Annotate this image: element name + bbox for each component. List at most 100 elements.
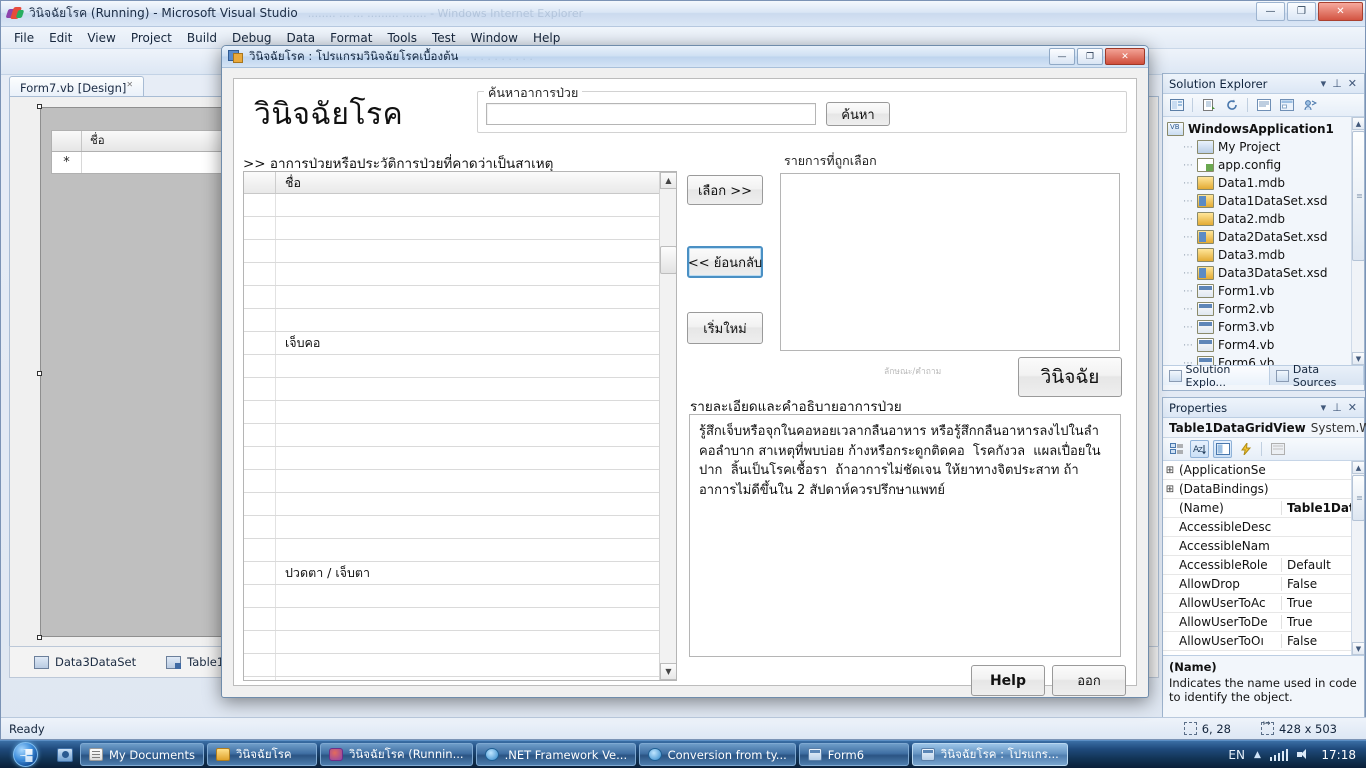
row-cell-name[interactable] bbox=[276, 217, 659, 239]
row-header-cell[interactable] bbox=[244, 332, 276, 354]
view-code-icon[interactable] bbox=[1254, 96, 1273, 114]
row-cell-name[interactable] bbox=[276, 194, 659, 216]
row-cell-name[interactable] bbox=[276, 631, 659, 653]
row-cell-name[interactable] bbox=[276, 263, 659, 285]
close-icon[interactable]: ✕ bbox=[1345, 77, 1360, 90]
tree-item-my-project[interactable]: ⋯ My Project bbox=[1167, 138, 1364, 156]
row-header-cell[interactable] bbox=[244, 401, 276, 423]
dialog-close-button[interactable]: ✕ bbox=[1105, 48, 1145, 65]
properties-grid[interactable]: ⊞ (ApplicationSe ⊞ (DataBindings) (Name) Ta… bbox=[1163, 461, 1364, 655]
search-input[interactable] bbox=[486, 103, 816, 125]
datagrid-scrollbar[interactable]: ▲ ▼ bbox=[659, 172, 676, 680]
table-row[interactable] bbox=[244, 608, 659, 631]
table-row[interactable] bbox=[244, 585, 659, 608]
menu-tools[interactable]: Tools bbox=[380, 29, 424, 47]
vs-close-button[interactable]: ✕ bbox=[1318, 2, 1363, 21]
property-row[interactable]: AccessibleDesc bbox=[1163, 518, 1364, 537]
datagrid-column-header-name[interactable]: ชื่อ bbox=[276, 172, 676, 193]
table-row[interactable] bbox=[244, 194, 659, 217]
table-row[interactable] bbox=[244, 654, 659, 677]
language-indicator[interactable]: EN bbox=[1228, 748, 1245, 762]
table-row[interactable] bbox=[244, 631, 659, 654]
tree-item-data2dataset-xsd[interactable]: ⋯ Data2DataSet.xsd bbox=[1167, 228, 1364, 246]
menu-help[interactable]: Help bbox=[526, 29, 567, 47]
document-tab-close-icon[interactable]: ✕ bbox=[126, 80, 133, 89]
row-header-cell[interactable] bbox=[244, 309, 276, 331]
row-header-cell[interactable] bbox=[244, 217, 276, 239]
menu-debug[interactable]: Debug bbox=[225, 29, 278, 47]
tree-item-app-config[interactable]: ⋯ app.config bbox=[1167, 156, 1364, 174]
expand-icon[interactable]: ⊞ bbox=[1163, 465, 1177, 476]
table-row[interactable]: ปวดตา / เจ็บตา bbox=[244, 562, 659, 585]
row-header-cell[interactable] bbox=[244, 562, 276, 584]
property-row[interactable]: AllowUserToDe True bbox=[1163, 613, 1364, 632]
quick-launch-show-desktop[interactable] bbox=[50, 747, 80, 762]
row-cell-name[interactable] bbox=[276, 516, 659, 538]
expand-icon[interactable]: ⊞ bbox=[1163, 484, 1177, 495]
row-cell-name[interactable] bbox=[276, 677, 659, 680]
table-row[interactable]: เจ็บคอ bbox=[244, 332, 659, 355]
row-header-cell[interactable] bbox=[244, 539, 276, 561]
tree-item-form3-vb[interactable]: ⋯ Form3.vb bbox=[1167, 318, 1364, 336]
property-row[interactable]: AccessibleNam bbox=[1163, 537, 1364, 556]
solution-tree-root[interactable]: WindowsApplication1 bbox=[1167, 120, 1364, 138]
clock[interactable]: 17:18 bbox=[1321, 748, 1356, 762]
pin-icon[interactable]: ⊥ bbox=[1329, 77, 1345, 90]
property-row[interactable]: ⊞ (DataBindings) bbox=[1163, 480, 1364, 499]
row-header-cell[interactable] bbox=[244, 608, 276, 630]
scrollbar-thumb[interactable] bbox=[1352, 131, 1364, 261]
table-row[interactable] bbox=[244, 240, 659, 263]
table-row[interactable] bbox=[244, 217, 659, 240]
alphabetical-icon[interactable]: AZ bbox=[1190, 440, 1209, 458]
row-cell-name[interactable] bbox=[276, 493, 659, 515]
scroll-up-icon[interactable]: ▲ bbox=[660, 172, 676, 189]
row-header-cell[interactable] bbox=[244, 516, 276, 538]
help-button[interactable]: Help bbox=[971, 665, 1045, 696]
vs-maximize-button[interactable]: ❐ bbox=[1287, 2, 1316, 21]
taskbar-item-diagnosis-app[interactable]: วินิจฉัยโรค : โปรแกร... bbox=[911, 743, 1068, 766]
tree-item-data2-mdb[interactable]: ⋯ Data2.mdb bbox=[1167, 210, 1364, 228]
row-header-cell[interactable] bbox=[244, 240, 276, 262]
component-data3dataset[interactable]: Data3DataSet bbox=[34, 655, 136, 669]
row-header-cell[interactable] bbox=[244, 424, 276, 446]
tree-item-form6-vb[interactable]: ⋯ Form6.vb bbox=[1167, 354, 1364, 365]
tree-item-data1dataset-xsd[interactable]: ⋯ Data1DataSet.xsd bbox=[1167, 192, 1364, 210]
table-row[interactable] bbox=[244, 447, 659, 470]
taskbar-item-dotnet-framework[interactable]: .NET Framework Ve... bbox=[475, 743, 636, 766]
dialog-minimize-button[interactable]: — bbox=[1049, 48, 1075, 65]
property-row[interactable]: AllowDrop False bbox=[1163, 575, 1364, 594]
symptoms-datagrid[interactable]: ชื่อ เจ็บคอ ปวดตา / เจ็บตา ▲ ▼ bbox=[243, 171, 677, 681]
row-cell-name[interactable] bbox=[276, 424, 659, 446]
row-header-cell[interactable] bbox=[244, 194, 276, 216]
table-row[interactable] bbox=[244, 355, 659, 378]
property-row[interactable]: AllowUserToOı False bbox=[1163, 632, 1364, 651]
row-cell-name[interactable] bbox=[276, 355, 659, 377]
vs-minimize-button[interactable]: — bbox=[1256, 2, 1285, 21]
scrollbar-thumb[interactable] bbox=[660, 246, 676, 274]
tree-item-data3dataset-xsd[interactable]: ⋯ Data3DataSet.xsd bbox=[1167, 264, 1364, 282]
tree-item-data3-mdb[interactable]: ⋯ Data3.mdb bbox=[1167, 246, 1364, 264]
show-all-files-icon[interactable] bbox=[1199, 96, 1218, 114]
taskbar-item-my-documents[interactable]: My Documents bbox=[80, 743, 204, 766]
row-cell-name[interactable] bbox=[276, 608, 659, 630]
show-hidden-icons-icon[interactable]: ▲ bbox=[1254, 750, 1261, 760]
search-button[interactable]: ค้นหา bbox=[826, 102, 890, 126]
row-header-cell[interactable] bbox=[244, 470, 276, 492]
tab-data-sources[interactable]: Data Sources bbox=[1270, 363, 1364, 389]
dialog-maximize-button[interactable]: ❐ bbox=[1077, 48, 1103, 65]
row-header-cell[interactable] bbox=[244, 355, 276, 377]
property-row[interactable]: AllowUserToAc True bbox=[1163, 594, 1364, 613]
property-row[interactable]: (Name)Table1DataGrid bbox=[1163, 499, 1364, 518]
row-header-cell[interactable] bbox=[244, 585, 276, 607]
scroll-up-icon[interactable]: ▲ bbox=[1352, 117, 1364, 130]
view-designer-icon[interactable] bbox=[1277, 96, 1296, 114]
row-cell-name[interactable]: ปวดตา / เจ็บตา bbox=[276, 562, 659, 584]
resize-handle-bottom-left[interactable] bbox=[37, 635, 42, 640]
back-button[interactable]: << ย้อนกลับ bbox=[687, 246, 763, 278]
scrollbar-thumb[interactable] bbox=[1352, 475, 1364, 521]
menu-format[interactable]: Format bbox=[323, 29, 379, 47]
restart-button[interactable]: เริ่มใหม่ bbox=[687, 312, 763, 344]
tab-solution-explorer[interactable]: Solution Explo... bbox=[1163, 363, 1271, 389]
row-cell-name[interactable] bbox=[276, 654, 659, 676]
row-header-cell[interactable] bbox=[244, 654, 276, 676]
